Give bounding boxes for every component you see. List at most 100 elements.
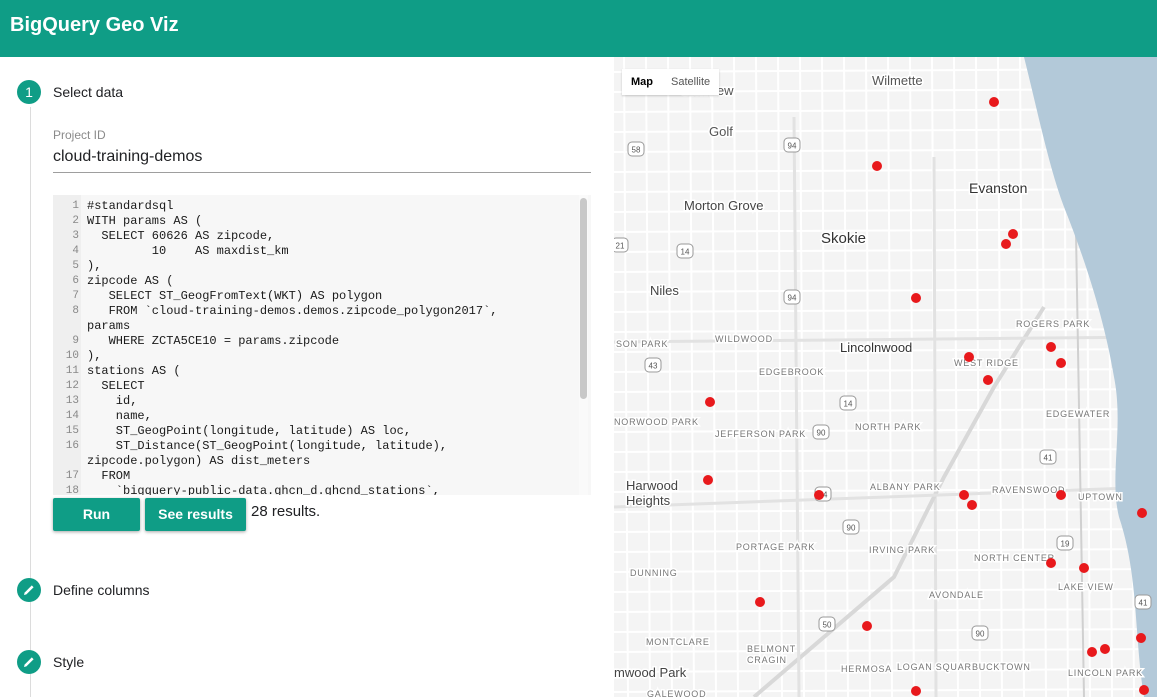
map-label-harwood-heights: Heights: [626, 493, 671, 508]
map-label-niles: Niles: [650, 283, 679, 298]
station-marker[interactable]: [1008, 229, 1018, 239]
code-text[interactable]: SELECT: [87, 379, 144, 394]
pencil-icon[interactable]: [17, 650, 41, 674]
code-text[interactable]: `bigquery-public-data.ghcn_d.ghcnd_stati…: [87, 484, 440, 495]
map-canvas[interactable]: WilmetteGlenviewGolfEvanstonMorton Grove…: [614, 57, 1157, 697]
station-marker[interactable]: [703, 475, 713, 485]
map-view[interactable]: WilmetteGlenviewGolfEvanstonMorton Grove…: [614, 57, 1157, 697]
code-text[interactable]: ),: [87, 259, 101, 274]
code-line[interactable]: zipcode.polygon) AS dist_meters: [53, 454, 583, 469]
station-marker[interactable]: [1056, 490, 1066, 500]
code-text[interactable]: zipcode AS (: [87, 274, 173, 289]
highway-shield-19: 19: [1056, 535, 1074, 551]
map-type-map-button[interactable]: Map: [622, 69, 662, 95]
line-number: 4: [72, 245, 79, 257]
station-marker[interactable]: [1139, 685, 1149, 695]
highway-shield-94: 94: [783, 289, 801, 305]
station-marker[interactable]: [1056, 358, 1066, 368]
sql-code[interactable]: 1 #standardsql 2 WITH params AS (3 SELECT 6…: [53, 199, 583, 495]
code-text[interactable]: FROM: [87, 469, 130, 484]
project-id-input[interactable]: cloud-training-demos: [53, 148, 202, 166]
station-marker[interactable]: [959, 490, 969, 500]
station-marker[interactable]: [983, 375, 993, 385]
code-line[interactable]: 6 zipcode AS (: [53, 274, 583, 289]
svg-text:43: 43: [649, 362, 658, 371]
code-line[interactable]: 13 id,: [53, 394, 583, 409]
code-line[interactable]: 16 ST_Distance(ST_GeogPoint(longitude, l…: [53, 439, 583, 454]
code-text[interactable]: WITH params AS (: [87, 214, 202, 229]
stepper-rail: [30, 107, 31, 697]
station-marker[interactable]: [911, 293, 921, 303]
code-text[interactable]: 10 AS maxdist_km: [87, 244, 289, 259]
map-label-logan-square: LOGAN SQUARE: [897, 662, 979, 672]
station-marker[interactable]: [1001, 239, 1011, 249]
step-style[interactable]: Style: [53, 654, 84, 670]
see-results-button[interactable]: See results: [145, 498, 246, 531]
station-marker[interactable]: [1136, 633, 1146, 643]
map-type-control[interactable]: Map Satellite: [622, 69, 720, 95]
code-line[interactable]: 12 SELECT: [53, 379, 583, 394]
map-label-rogers-park: ROGERS PARK: [1016, 319, 1090, 329]
code-text[interactable]: SELECT ST_GeogFromText(WKT) AS polygon: [87, 289, 383, 304]
code-line[interactable]: 1 #standardsql: [53, 199, 583, 214]
map-label-jefferson-park: JEFFERSON PARK: [715, 429, 806, 439]
code-line[interactable]: 9 WHERE ZCTA5CE10 = params.zipcode: [53, 334, 583, 349]
code-text[interactable]: SELECT 60626 AS zipcode,: [87, 229, 274, 244]
station-marker[interactable]: [1079, 563, 1089, 573]
station-marker[interactable]: [967, 500, 977, 510]
code-line[interactable]: 11 stations AS (: [53, 364, 583, 379]
station-marker[interactable]: [814, 490, 824, 500]
code-text[interactable]: FROM `cloud-training-demos.demos.zipcode…: [87, 304, 498, 319]
code-line[interactable]: 17 FROM: [53, 469, 583, 484]
code-line[interactable]: 15 ST_GeogPoint(longitude, latitude) AS …: [53, 424, 583, 439]
code-text[interactable]: #standardsql: [87, 199, 173, 214]
code-text[interactable]: stations AS (: [87, 364, 181, 379]
editor-scrollbar-thumb[interactable]: [580, 198, 587, 399]
station-marker[interactable]: [989, 97, 999, 107]
code-line[interactable]: 14 name,: [53, 409, 583, 424]
code-line[interactable]: 3 SELECT 60626 AS zipcode,: [53, 229, 583, 244]
station-marker[interactable]: [862, 621, 872, 631]
code-line[interactable]: 4 10 AS maxdist_km: [53, 244, 583, 259]
station-marker[interactable]: [1046, 342, 1056, 352]
map-label-west-ridge: WEST RIDGE: [954, 358, 1019, 368]
station-marker[interactable]: [1100, 644, 1110, 654]
code-text[interactable]: params: [87, 319, 130, 334]
map-type-satellite-button[interactable]: Satellite: [662, 69, 719, 95]
step-select-data[interactable]: Select data: [53, 84, 123, 100]
code-text[interactable]: id,: [87, 394, 138, 409]
station-marker[interactable]: [964, 352, 974, 362]
highway-shield-14: 14: [839, 395, 857, 411]
station-marker[interactable]: [755, 597, 765, 607]
code-text[interactable]: ST_Distance(ST_GeogPoint(longitude, lati…: [87, 439, 447, 454]
pencil-icon[interactable]: [17, 578, 41, 602]
code-line[interactable]: params: [53, 319, 583, 334]
station-marker[interactable]: [872, 161, 882, 171]
station-marker[interactable]: [1046, 558, 1056, 568]
code-text[interactable]: zipcode.polygon) AS dist_meters: [87, 454, 310, 469]
code-text[interactable]: ST_GeogPoint(longitude, latitude) AS loc…: [87, 424, 411, 439]
code-text[interactable]: WHERE ZCTA5CE10 = params.zipcode: [87, 334, 339, 349]
code-text[interactable]: ),: [87, 349, 101, 364]
svg-text:14: 14: [844, 400, 853, 409]
map-label-irving-park: IRVING PARK: [869, 545, 935, 555]
sql-editor[interactable]: 1 #standardsql 2 WITH params AS (3 SELECT 6…: [53, 195, 591, 495]
run-button[interactable]: Run: [53, 498, 140, 531]
step-1-number[interactable]: 1: [17, 80, 41, 104]
line-number: 18: [65, 485, 79, 495]
step-define-columns[interactable]: Define columns: [53, 582, 150, 598]
map-label-wilmette: Wilmette: [872, 73, 923, 88]
station-marker[interactable]: [705, 397, 715, 407]
code-line[interactable]: 2 WITH params AS (: [53, 214, 583, 229]
code-line[interactable]: 7 SELECT ST_GeogFromText(WKT) AS polygon: [53, 289, 583, 304]
station-marker[interactable]: [1137, 508, 1147, 518]
line-number: 7: [72, 290, 79, 302]
map-label-norwood-park: NORWOOD PARK: [614, 417, 699, 427]
code-line[interactable]: 10),: [53, 349, 583, 364]
station-marker[interactable]: [1087, 647, 1097, 657]
code-line[interactable]: 5),: [53, 259, 583, 274]
code-line[interactable]: 18 `bigquery-public-data.ghcn_d.ghcnd_st…: [53, 484, 583, 495]
code-text[interactable]: name,: [87, 409, 152, 424]
station-marker[interactable]: [911, 686, 921, 696]
code-line[interactable]: 8 FROM `cloud-training-demos.demos.zipco…: [53, 304, 583, 319]
